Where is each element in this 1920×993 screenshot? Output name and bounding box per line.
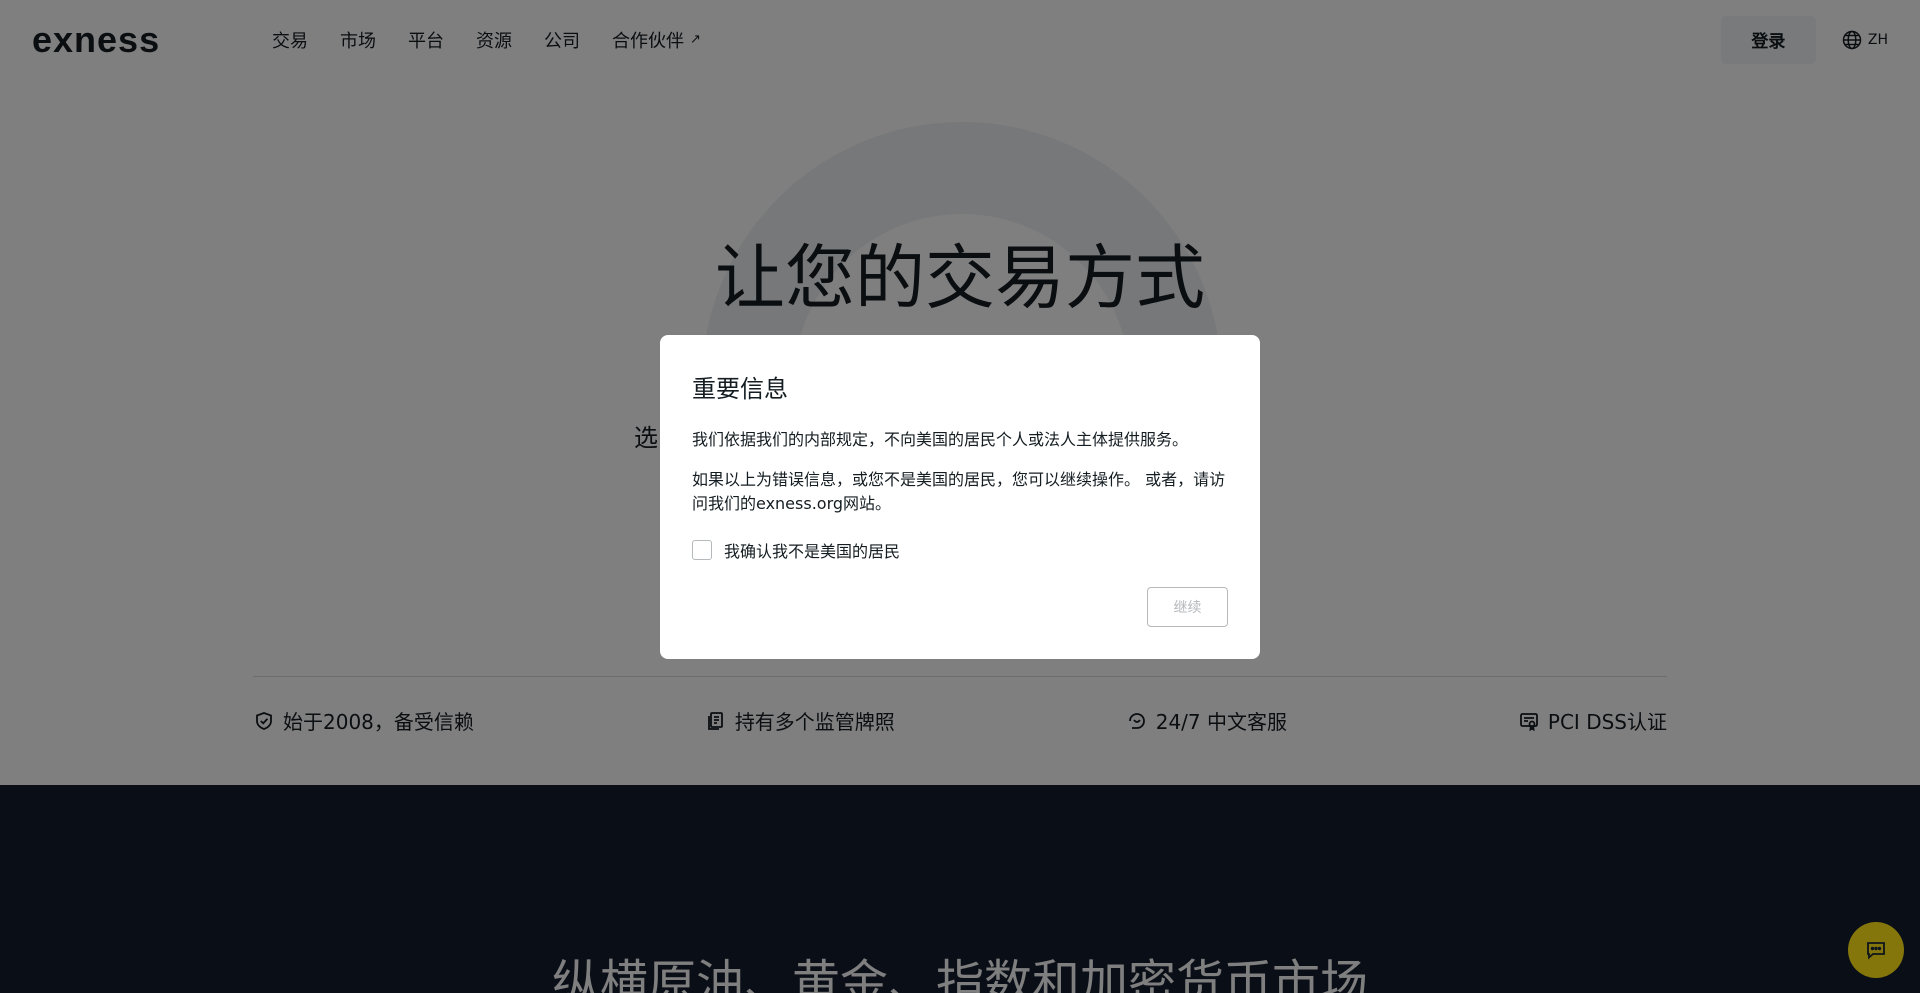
chat-icon bbox=[1867, 942, 1885, 960]
important-info-modal: 重要信息 我们依据我们的内部规定，不向美国的居民个人或法人主体提供服务。 如果以… bbox=[660, 335, 1260, 659]
chat-button[interactable] bbox=[1848, 922, 1904, 978]
confirm-not-us-resident-checkbox[interactable] bbox=[692, 540, 712, 560]
confirm-checkbox-label[interactable]: 我确认我不是美国的居民 bbox=[724, 538, 900, 562]
modal-paragraph-alternative: 如果以上为错误信息，或您不是美国的居民，您可以继续操作。 或者，请访问我们的ex… bbox=[692, 470, 1226, 513]
continue-button[interactable]: 继续 bbox=[1147, 587, 1228, 627]
confirm-not-us-resident-row[interactable]: 我确认我不是美国的居民 bbox=[692, 538, 1228, 562]
modal-paragraph-restriction: 我们依据我们的内部规定，不向美国的居民个人或法人主体提供服务。 bbox=[692, 430, 1189, 449]
modal-title: 重要信息 bbox=[692, 375, 788, 403]
